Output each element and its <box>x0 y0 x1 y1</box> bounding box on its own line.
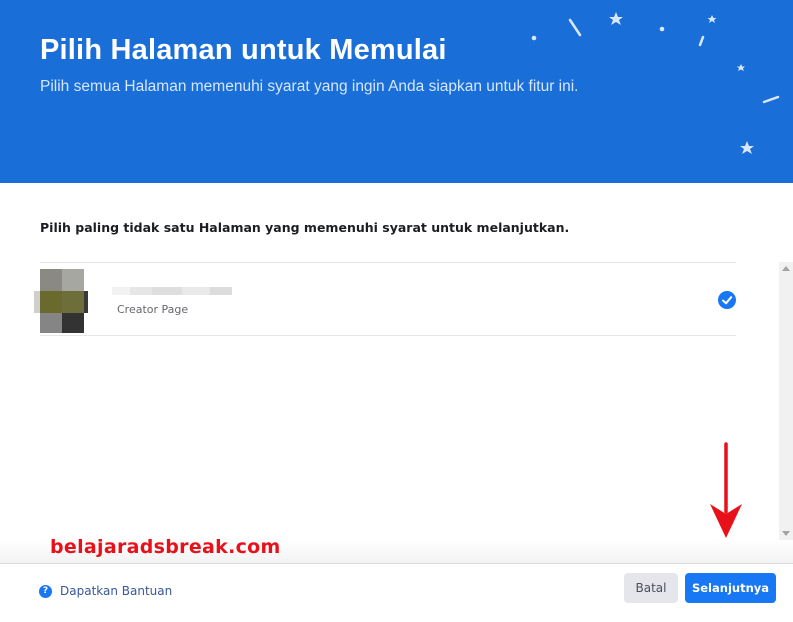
dialog-title: Pilih Halaman untuk Memulai <box>40 34 447 66</box>
selection-instruction: Pilih paling tidak satu Halaman yang mem… <box>40 220 570 235</box>
red-down-arrow-icon <box>710 442 742 538</box>
dialog-header: Pilih Halaman untuk Memulai Pilih semua … <box>0 0 793 183</box>
scroll-up-arrow-icon[interactable] <box>782 266 790 271</box>
check-circle-icon[interactable] <box>718 291 736 309</box>
page-type-label: Creator Page <box>117 303 189 316</box>
help-link[interactable]: ? Dapatkan Bantuan <box>39 582 172 600</box>
page-list: Creator Page <box>34 262 736 336</box>
scroll-down-arrow-icon[interactable] <box>782 531 790 536</box>
watermark-text: belajaradsbreak.com <box>50 536 281 558</box>
page-name-blurred <box>112 287 232 295</box>
question-circle-icon: ? <box>39 584 52 598</box>
page-avatar <box>34 269 88 333</box>
dialog-subtitle: Pilih semua Halaman memenuhi syarat yang… <box>40 78 579 95</box>
next-button[interactable]: Selanjutnya <box>685 573 776 603</box>
dialog-footer: ? Dapatkan Bantuan Batal Selanjutnya <box>0 563 793 622</box>
help-link-label: Dapatkan Bantuan <box>60 584 173 598</box>
list-scrollbar[interactable] <box>779 262 793 540</box>
page-setup-dialog: Pilih Halaman untuk Memulai Pilih semua … <box>0 0 793 622</box>
cancel-button[interactable]: Batal <box>624 573 678 603</box>
list-item-page[interactable]: Creator Page <box>34 262 736 336</box>
